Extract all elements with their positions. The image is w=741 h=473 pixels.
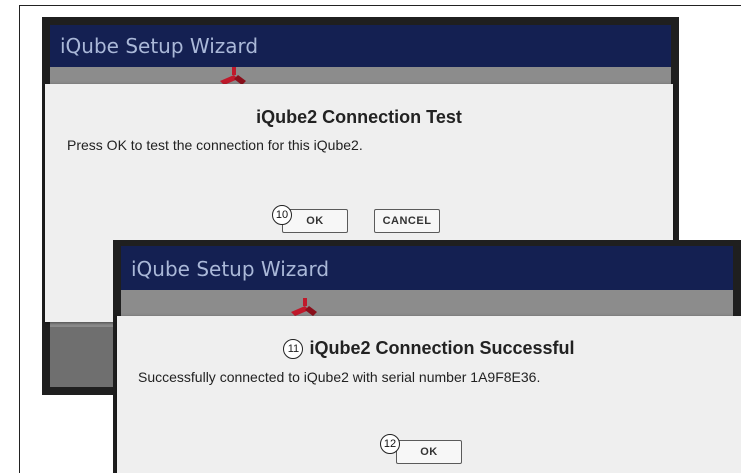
window-title: iQube Setup Wizard	[121, 246, 733, 290]
window-title: iQube Setup Wizard	[50, 25, 671, 67]
dialog-message: Press OK to test the connection for this…	[67, 137, 363, 153]
callout-12: 12	[380, 434, 400, 454]
ok-button[interactable]: OK	[396, 440, 462, 464]
dialog-title: iQube2 Connection Successful	[309, 338, 575, 358]
callout-10: 10	[272, 205, 292, 225]
dialog-title-row: 11 iQube2 Connection Successful	[117, 338, 741, 360]
callout-11: 11	[283, 339, 304, 360]
dialog-message: Successfully connected to iQube2 with se…	[138, 369, 541, 385]
iqube-logo-icon	[220, 67, 246, 85]
iqube-logo-icon	[291, 298, 317, 316]
connection-successful-dialog: 11 iQube2 Connection Successful Successfu…	[117, 316, 741, 473]
cancel-button[interactable]: CANCEL	[374, 209, 440, 233]
dialog-title: iQube2 Connection Test	[256, 107, 462, 127]
